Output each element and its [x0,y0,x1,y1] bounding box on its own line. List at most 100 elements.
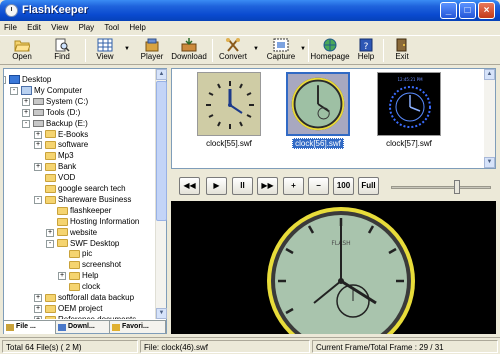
thumbnail-clock-55[interactable] [197,72,261,136]
tree-item[interactable]: + software [34,140,88,150]
expand-icon[interactable]: + [22,108,30,117]
expand-icon[interactable]: + [34,141,42,150]
actual-size-button[interactable]: 100 [333,177,354,195]
tree-item-label: Desktop [22,75,52,84]
thumbnail-label-56[interactable]: clock[56].swf [273,138,363,149]
thumb-scroll-up-arrow[interactable]: ▲ [484,69,495,80]
full-screen-button[interactable]: Full [358,177,379,195]
convert-button[interactable]: Convert [216,37,250,64]
thumbnail-clock-57[interactable]: 12:45:21 PM [377,72,441,136]
seek-slider-knob[interactable] [454,180,460,194]
scroll-up-arrow[interactable]: ▲ [156,69,167,80]
tree-item[interactable]: - My Computer [10,85,83,96]
tree-item[interactable]: + Bank [34,162,76,172]
collapse-icon[interactable]: - [10,86,18,95]
tree-item[interactable]: + Tools (D:) [22,108,80,118]
menu-view[interactable]: View [47,21,72,35]
convert-dropdown-arrow[interactable]: ▼ [253,46,259,52]
expand-icon[interactable]: + [22,97,30,106]
tab-files[interactable]: File ... [4,321,56,334]
pause-button[interactable]: II [232,177,253,195]
download-tab-icon [58,324,66,331]
tree-item[interactable]: VOD [45,173,75,183]
collapse-icon[interactable]: - [4,76,6,84]
tree-item[interactable]: - SWF Desktop [46,239,119,249]
expand-icon[interactable]: + [34,294,42,302]
menu-edit[interactable]: Edit [23,21,45,35]
tree-item[interactable]: + softforall data backup [34,293,134,303]
download-button[interactable]: Download [170,37,208,64]
capture-icon [273,38,289,52]
tree-scrollbar[interactable]: ▲ ▼ [155,69,167,319]
menu-play[interactable]: Play [75,21,99,35]
tree-item[interactable]: + OEM project [34,303,103,314]
help-book-icon: ? [359,38,373,52]
menu-tool[interactable]: Tool [100,21,123,35]
open-button[interactable]: Open [4,37,40,64]
view-dropdown-arrow[interactable]: ▼ [124,46,130,52]
tree-item[interactable]: + website [46,228,97,238]
tree-item[interactable]: - Shareware Business [34,195,131,205]
player-button[interactable]: Player [137,37,167,64]
thumbnail-scrollbar[interactable]: ▲ ▼ [484,69,495,168]
thumbnail-clock-56[interactable] [286,72,350,136]
expand-icon[interactable]: + [34,163,42,172]
zoom-out-button[interactable]: − [308,177,329,195]
tree-item[interactable]: Hosting Information [57,217,139,227]
folder-icon [45,304,56,313]
forward-button[interactable]: ▶▶ [257,177,278,195]
rewind-button[interactable]: ◀◀ [179,177,200,195]
tree-item[interactable]: + System (C:) [22,97,88,107]
tree-item[interactable]: Mp3 [45,151,74,161]
menu-help[interactable]: Help [125,21,149,35]
folder-open-icon [14,40,30,52]
capture-button[interactable]: Capture [264,37,298,64]
minimize-button[interactable]: _ [440,2,457,19]
tree-item[interactable]: + Reference documents [34,315,136,319]
tree-item-label: My Computer [34,85,83,95]
tab-favorites[interactable]: Favori... [110,321,166,334]
expand-icon[interactable]: + [34,304,42,313]
exit-button[interactable]: Exit [388,37,416,64]
tab-downloads[interactable]: Downl... [56,321,110,334]
menu-file[interactable]: File [0,21,21,35]
thumbnail-label-57[interactable]: clock[57].swf [364,139,454,148]
flash-player-area[interactable]: FLASH [171,201,496,334]
tree-item[interactable]: - Desktop [4,75,52,85]
expand-icon[interactable]: + [46,228,54,237]
scroll-thumb[interactable] [156,81,167,221]
collapse-icon[interactable]: - [46,239,54,248]
tree-item[interactable]: google search tech [45,184,126,194]
tree-item[interactable]: - Backup (E:) [22,119,88,129]
seek-slider-track[interactable] [391,186,491,189]
homepage-button[interactable]: Homepage [310,37,350,64]
desktop-icon [9,75,20,85]
clock-57-preview: 12:45:21 PM [389,77,431,128]
find-button[interactable]: Find [44,37,80,64]
tree-item-label: screenshot [82,260,122,270]
tree-item[interactable]: + E-Books [34,130,88,140]
help-button[interactable]: ? Help [353,37,379,64]
maximize-button[interactable]: □ [459,2,476,19]
zoom-in-button[interactable]: + [283,177,304,195]
tree-item[interactable]: flashkeeper [57,206,111,216]
status-file-count: Total 64 File(s) ( 2 M) [2,340,138,353]
collapse-icon[interactable]: - [22,119,30,128]
play-button[interactable]: ▶ [206,177,227,195]
thumbnail-label-55[interactable]: clock[55].swf [184,139,274,148]
tree-item-label: OEM project [58,303,103,313]
expand-icon[interactable]: + [58,272,66,281]
tree-item[interactable]: screenshot [69,260,121,270]
tree-item[interactable]: + Help [58,271,98,281]
view-button[interactable]: View [90,37,120,64]
close-button[interactable]: × [478,2,495,19]
scroll-down-arrow[interactable]: ▼ [156,308,167,319]
window-title: FlashKeeper [22,4,89,16]
tree-item[interactable]: pic [69,249,92,259]
collapse-icon[interactable]: - [34,195,42,204]
thumb-scroll-down-arrow[interactable]: ▼ [484,157,495,168]
expand-icon[interactable]: + [34,315,42,319]
capture-dropdown-arrow[interactable]: ▼ [300,46,306,52]
expand-icon[interactable]: + [34,130,42,139]
tree-item[interactable]: clock [69,282,100,292]
